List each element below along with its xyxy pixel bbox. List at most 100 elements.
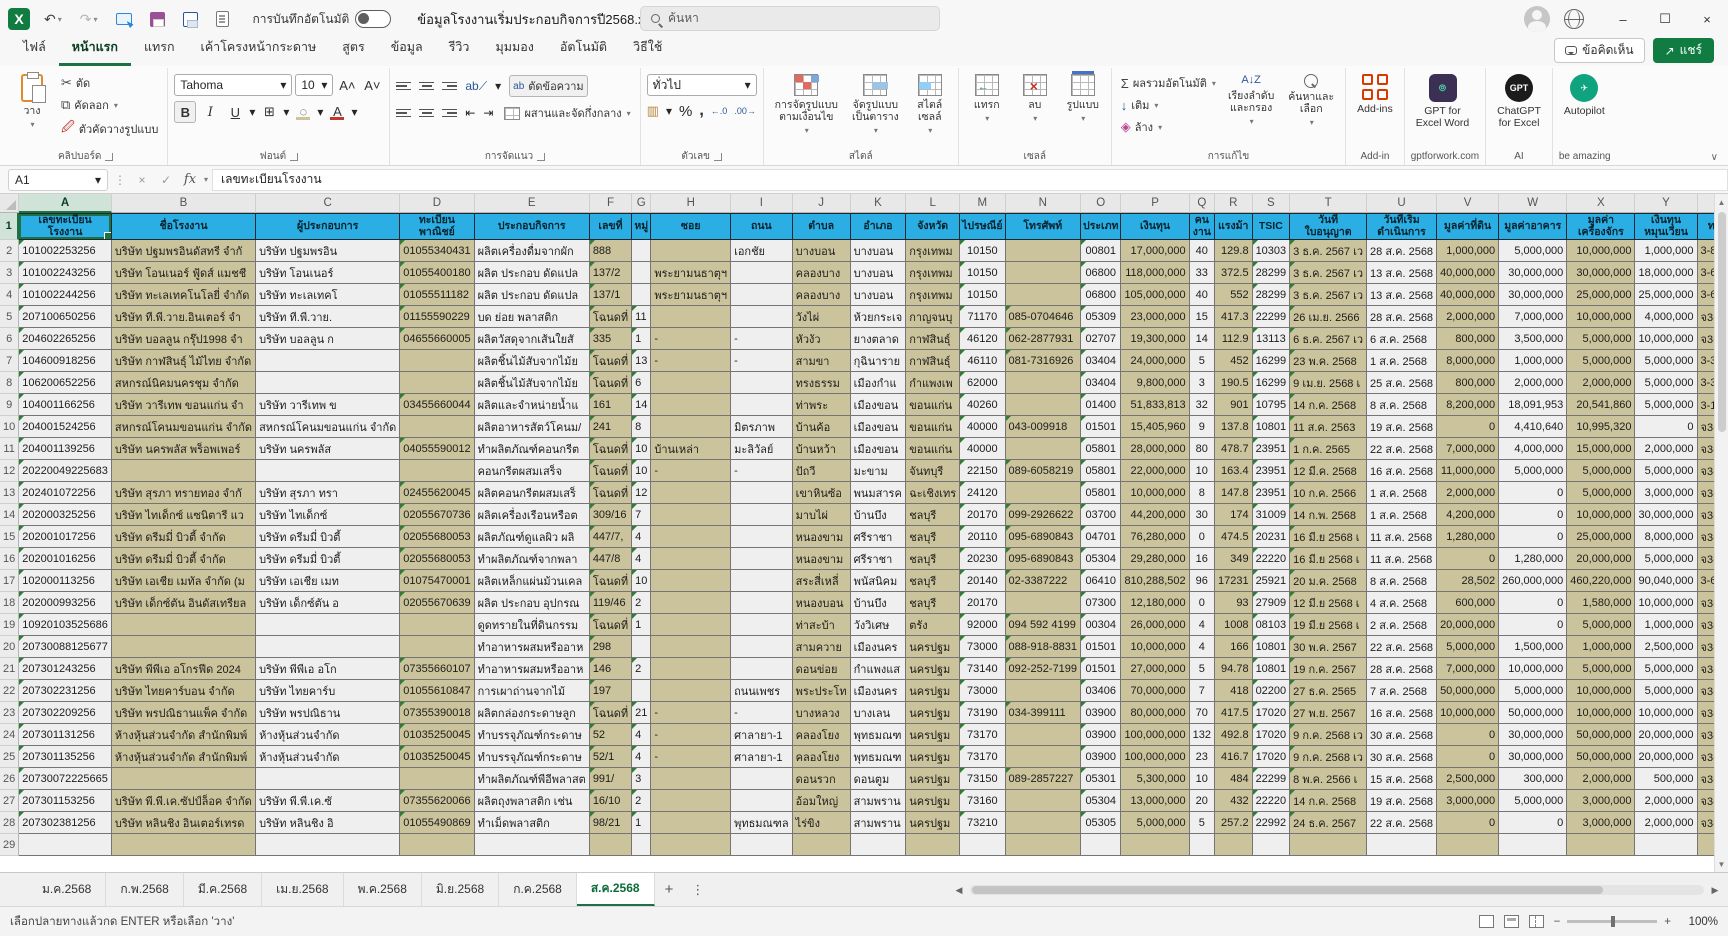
cell-I17[interactable] xyxy=(731,570,793,592)
cell-W10[interactable]: 4,410,640 xyxy=(1499,416,1567,438)
cell-A22[interactable]: 207302231256 xyxy=(19,680,112,702)
cell-Q20[interactable]: 4 xyxy=(1190,636,1215,658)
cell-Q9[interactable]: 32 xyxy=(1190,394,1215,416)
cell-P24[interactable]: 100,000,000 xyxy=(1121,724,1189,746)
cell-A6[interactable]: 204602265256 xyxy=(19,328,112,350)
cell-V15[interactable]: 1,280,000 xyxy=(1437,526,1499,548)
cell-C4[interactable]: บริษัท ทะเลเทคโ xyxy=(256,284,400,306)
cell-W8[interactable]: 2,000,000 xyxy=(1499,372,1567,394)
cell-L12[interactable]: จันทบุรี xyxy=(906,460,960,482)
cell-P5[interactable]: 23,000,000 xyxy=(1121,306,1189,328)
cell-L1[interactable]: จังหวัด xyxy=(906,213,960,240)
cell-X29[interactable] xyxy=(1567,834,1635,856)
cell-H13[interactable] xyxy=(651,482,731,504)
cell-C2[interactable]: บริษัท ปฐมพรอิน xyxy=(256,240,400,262)
cell-M20[interactable]: 73000 xyxy=(960,636,1005,658)
cell-D25[interactable]: 01035250045 xyxy=(400,746,474,768)
cell-A11[interactable]: 204001139256 xyxy=(19,438,112,460)
cell-N14[interactable]: 099-2926622 xyxy=(1006,504,1082,526)
cell-F25[interactable]: 52/1 xyxy=(590,746,632,768)
cell-L25[interactable]: นครปฐม xyxy=(906,746,960,768)
cell-D17[interactable]: 01075470001 xyxy=(400,570,474,592)
column-header-E[interactable]: E xyxy=(475,194,590,213)
cell-S25[interactable]: 17020 xyxy=(1253,746,1291,768)
cell-S24[interactable]: 17020 xyxy=(1253,724,1291,746)
dialog-launcher-icon[interactable] xyxy=(714,153,722,161)
cell-X17[interactable]: 460,220,000 xyxy=(1567,570,1635,592)
cell-Q13[interactable]: 8 xyxy=(1190,482,1215,504)
print-preview-button[interactable] xyxy=(212,9,233,29)
cell-W19[interactable]: 0 xyxy=(1499,614,1567,636)
cell-A16[interactable]: 202001016256 xyxy=(19,548,112,570)
cell-X24[interactable]: 50,000,000 xyxy=(1567,724,1635,746)
cell-Y11[interactable]: 2,000,000 xyxy=(1635,438,1697,460)
cell-D20[interactable] xyxy=(400,636,474,658)
cell-Y2[interactable]: 1,000,000 xyxy=(1635,240,1697,262)
cell-T19[interactable]: 19 มี.ย 2568 เ xyxy=(1290,614,1367,636)
cell-S2[interactable]: 10303 xyxy=(1253,240,1291,262)
cell-T20[interactable]: 30 พ.ค. 2567 xyxy=(1290,636,1367,658)
cell-F10[interactable]: 241 xyxy=(590,416,632,438)
column-header-L[interactable]: L xyxy=(906,194,960,213)
cell-B24[interactable]: ห้างหุ้นส่วนจำกัด สำนักพิมพ์ xyxy=(112,724,256,746)
cell-V22[interactable]: 50,000,000 xyxy=(1437,680,1499,702)
cell-T25[interactable]: 9 ก.ค. 2568 เว xyxy=(1290,746,1367,768)
cell-A5[interactable]: 207100650256 xyxy=(19,306,112,328)
copy-button[interactable]: ⧉คัดลอก▾ xyxy=(58,95,161,115)
cell-I18[interactable] xyxy=(731,592,793,614)
cell-X11[interactable]: 15,000,000 xyxy=(1567,438,1635,460)
cell-M8[interactable]: 62000 xyxy=(960,372,1005,394)
percent-style-button[interactable]: % xyxy=(679,103,692,120)
cell-V7[interactable]: 8,000,000 xyxy=(1437,350,1499,372)
cell-G22[interactable] xyxy=(632,680,651,702)
cell-O3[interactable]: 06800 xyxy=(1081,262,1121,284)
cell-W22[interactable]: 5,000,000 xyxy=(1499,680,1567,702)
column-header-Y[interactable]: Y xyxy=(1635,194,1697,213)
cell-K19[interactable]: วังวิเศษ xyxy=(851,614,907,636)
autopilot-button[interactable]: ✈Autopilot xyxy=(1559,70,1610,121)
cell-Q14[interactable]: 30 xyxy=(1190,504,1215,526)
cell-R19[interactable]: 1008 xyxy=(1215,614,1253,636)
cell-C20[interactable] xyxy=(256,636,400,658)
cell-D10[interactable] xyxy=(400,416,474,438)
cell-O13[interactable]: 05801 xyxy=(1081,482,1121,504)
cell-V16[interactable]: 0 xyxy=(1437,548,1499,570)
cell-W3[interactable]: 30,000,000 xyxy=(1499,262,1567,284)
cell-E4[interactable]: ผลิต ประกอบ ดัดแปล xyxy=(475,284,590,306)
cell-A20[interactable]: 20730088125677 xyxy=(19,636,112,658)
cell-P20[interactable]: 10,000,000 xyxy=(1121,636,1189,658)
cell-F23[interactable]: โฉนดที่ xyxy=(590,702,632,724)
cell-M18[interactable]: 20170 xyxy=(960,592,1005,614)
cell-Y16[interactable]: 5,000,000 xyxy=(1635,548,1697,570)
search-input[interactable]: ค้นหา xyxy=(640,6,940,31)
cell-O16[interactable]: 05304 xyxy=(1081,548,1121,570)
cell-L29[interactable] xyxy=(906,834,960,856)
cell-E18[interactable]: ผลิต ประกอบ อุปกรณ xyxy=(475,592,590,614)
cell-R12[interactable]: 163.4 xyxy=(1215,460,1253,482)
confirm-entry-button[interactable]: ✓ xyxy=(156,173,176,187)
cell-C17[interactable]: บริษัท เอเชีย เมท xyxy=(256,570,400,592)
cell-B9[interactable]: บริษัท วารีเทพ ขอนแก่น จำ xyxy=(112,394,256,416)
cell-Q21[interactable]: 5 xyxy=(1190,658,1215,680)
cell-W2[interactable]: 5,000,000 xyxy=(1499,240,1567,262)
cell-L11[interactable]: ขอนแก่น xyxy=(906,438,960,460)
column-header-I[interactable]: I xyxy=(731,194,793,213)
cell-G19[interactable]: 1 xyxy=(632,614,651,636)
cell-T13[interactable]: 10 ก.ค. 2566 xyxy=(1290,482,1367,504)
row-header-12[interactable]: 12 xyxy=(0,460,19,482)
cell-D22[interactable]: 01055610847 xyxy=(400,680,474,702)
cell-V20[interactable]: 5,000,000 xyxy=(1437,636,1499,658)
cell-B12[interactable] xyxy=(112,460,256,482)
cell-T27[interactable]: 14 ก.ค. 2568 xyxy=(1290,790,1367,812)
row-header-28[interactable]: 28 xyxy=(0,812,19,834)
cell-H4[interactable]: พระยามนธาตุฯ xyxy=(651,284,731,306)
cell-T18[interactable]: 12 มี.ย 2568 เ xyxy=(1290,592,1367,614)
cell-E23[interactable]: ผลิตกล่องกระดาษลูก xyxy=(475,702,590,724)
cell-J22[interactable]: พระประโท xyxy=(793,680,851,702)
scroll-down-icon[interactable]: ▼ xyxy=(1718,856,1726,872)
cell-X28[interactable]: 3,000,000 xyxy=(1567,812,1635,834)
cell-L19[interactable]: ตรัง xyxy=(906,614,960,636)
ribbon-tab-8[interactable]: อัตโนมัติ xyxy=(547,33,620,66)
cell-T11[interactable]: 1 ก.ค. 2565 xyxy=(1290,438,1367,460)
cell-T16[interactable]: 16 มี.ย 2568 เ xyxy=(1290,548,1367,570)
